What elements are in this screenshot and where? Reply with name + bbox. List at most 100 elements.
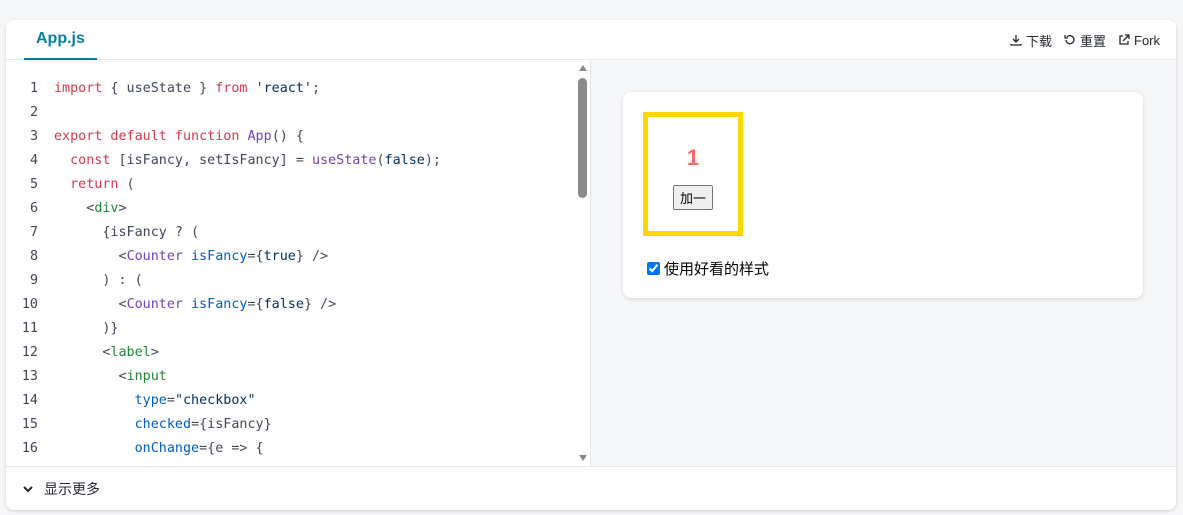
- code-token: <: [54, 369, 127, 384]
- code-token: ={isFancy}: [191, 417, 272, 432]
- code-token: 'react': [255, 81, 312, 96]
- external-link-icon: [1119, 34, 1130, 45]
- code-line: 1 import { useState } from 'react';: [6, 77, 576, 101]
- scroll-up-arrow-icon[interactable]: [579, 65, 587, 71]
- code-token: )}: [54, 321, 119, 336]
- line-number: 9: [29, 273, 38, 288]
- code-token: ;: [312, 81, 321, 96]
- line-number: 6: [29, 201, 38, 216]
- show-more-label: 显示更多: [44, 480, 100, 497]
- code-line: 15 checked={isFancy}: [6, 413, 576, 437]
- code-token: ={e => {: [199, 441, 264, 456]
- code-token: { useState }: [102, 81, 216, 96]
- code-line: 4 const [isFancy, setIsFancy] = useState…: [6, 149, 576, 173]
- code-token: [isFancy, setIsFancy] =: [110, 153, 312, 168]
- line-number: 3: [29, 129, 38, 144]
- code-token: <: [54, 345, 111, 360]
- line-number: 12: [21, 345, 38, 360]
- code-line: 3 export default function App() {: [6, 125, 576, 149]
- line-number: 10: [21, 297, 38, 312]
- line-number: 1: [29, 81, 38, 96]
- code-token: ={: [247, 297, 264, 312]
- code-line: 6 <div>: [6, 197, 576, 221]
- line-number: 2: [29, 105, 38, 120]
- sandbox-header: App.js 下载 重置 Fork: [6, 20, 1176, 60]
- code-token: <: [54, 297, 127, 312]
- code-editor[interactable]: 1 import { useState } from 'react'; 2 3 expo…: [6, 60, 591, 466]
- chevron-down-icon: [23, 485, 33, 492]
- code-token: export default function: [54, 129, 240, 144]
- code-token: input: [126, 369, 167, 384]
- line-number: 4: [29, 153, 38, 168]
- code-token: false: [263, 297, 304, 312]
- fork-label: Fork: [1134, 32, 1160, 48]
- code-token: Counter: [126, 297, 183, 312]
- code-token: {isFancy ? (: [54, 225, 200, 240]
- code-token: useState: [311, 153, 377, 168]
- code-line: 10 <Counter isFancy={false} />: [6, 293, 576, 317]
- code-token: import: [54, 81, 103, 96]
- download-button[interactable]: 下载: [1010, 31, 1052, 50]
- code-line: 9 ) : (: [6, 269, 576, 293]
- code-token: isFancy: [191, 297, 248, 312]
- code-token: );: [424, 153, 441, 168]
- code-token: "checkbox": [174, 393, 256, 408]
- code-line: 16 onChange={e => {: [6, 437, 576, 461]
- preview-pane: 1 加一 使用好看的样式: [591, 60, 1176, 466]
- code-token: onChange: [134, 441, 200, 456]
- code-token: isFancy: [191, 249, 248, 264]
- code-line: 7 {isFancy ? (: [6, 221, 576, 245]
- code-line: 8 <Counter isFancy={true} />: [6, 245, 576, 269]
- code-token: App: [247, 129, 272, 144]
- fancy-style-label: 使用好看的样式: [664, 261, 770, 278]
- fancy-style-checkbox[interactable]: [647, 262, 660, 275]
- fancy-style-checkbox-row[interactable]: 使用好看的样式: [647, 258, 769, 279]
- code-token: ={: [247, 249, 264, 264]
- reset-button[interactable]: 重置: [1064, 31, 1106, 50]
- line-number: 15: [21, 417, 38, 432]
- code-line: 5 return (: [6, 173, 576, 197]
- code-line: 14 type="checkbox": [6, 389, 576, 413]
- line-number: 16: [21, 441, 38, 456]
- code-sandbox: App.js 下载 重置 Fork 1 import { useState } f…: [6, 20, 1176, 510]
- code-token: (: [118, 177, 135, 192]
- code-token: (: [376, 153, 385, 168]
- line-number: 13: [21, 369, 38, 384]
- code-token: >: [150, 345, 159, 360]
- code-token: =: [166, 393, 175, 408]
- code-token: type: [134, 393, 167, 408]
- toolbar-actions: 下载 重置 Fork: [1010, 20, 1160, 60]
- line-number: 8: [29, 249, 38, 264]
- scroll-down-arrow-icon[interactable]: [579, 455, 587, 461]
- fork-button[interactable]: Fork: [1118, 33, 1160, 48]
- add-one-button[interactable]: 加一: [672, 185, 713, 210]
- code-line: 12 <label>: [6, 341, 576, 365]
- tab-app-js[interactable]: App.js: [24, 20, 97, 60]
- code-token: div: [94, 201, 119, 216]
- reset-icon: [1064, 35, 1075, 45]
- tab-label: App.js: [36, 30, 85, 47]
- preview-card: 1 加一 使用好看的样式: [623, 92, 1143, 298]
- code-token: false: [384, 153, 425, 168]
- counter-value: 1: [686, 145, 700, 170]
- scroll-thumb[interactable]: [578, 78, 587, 198]
- code-token: checked: [134, 417, 192, 432]
- code-line: 2: [6, 101, 576, 125]
- line-number: 5: [29, 177, 38, 192]
- code-token: label: [110, 345, 151, 360]
- line-number: 7: [29, 225, 38, 240]
- code-token: () {: [271, 129, 304, 144]
- line-number: 14: [21, 393, 38, 408]
- show-more-button[interactable]: 显示更多: [6, 466, 1176, 510]
- editor-scrollbar[interactable]: [576, 60, 590, 466]
- code-token: return: [70, 177, 119, 192]
